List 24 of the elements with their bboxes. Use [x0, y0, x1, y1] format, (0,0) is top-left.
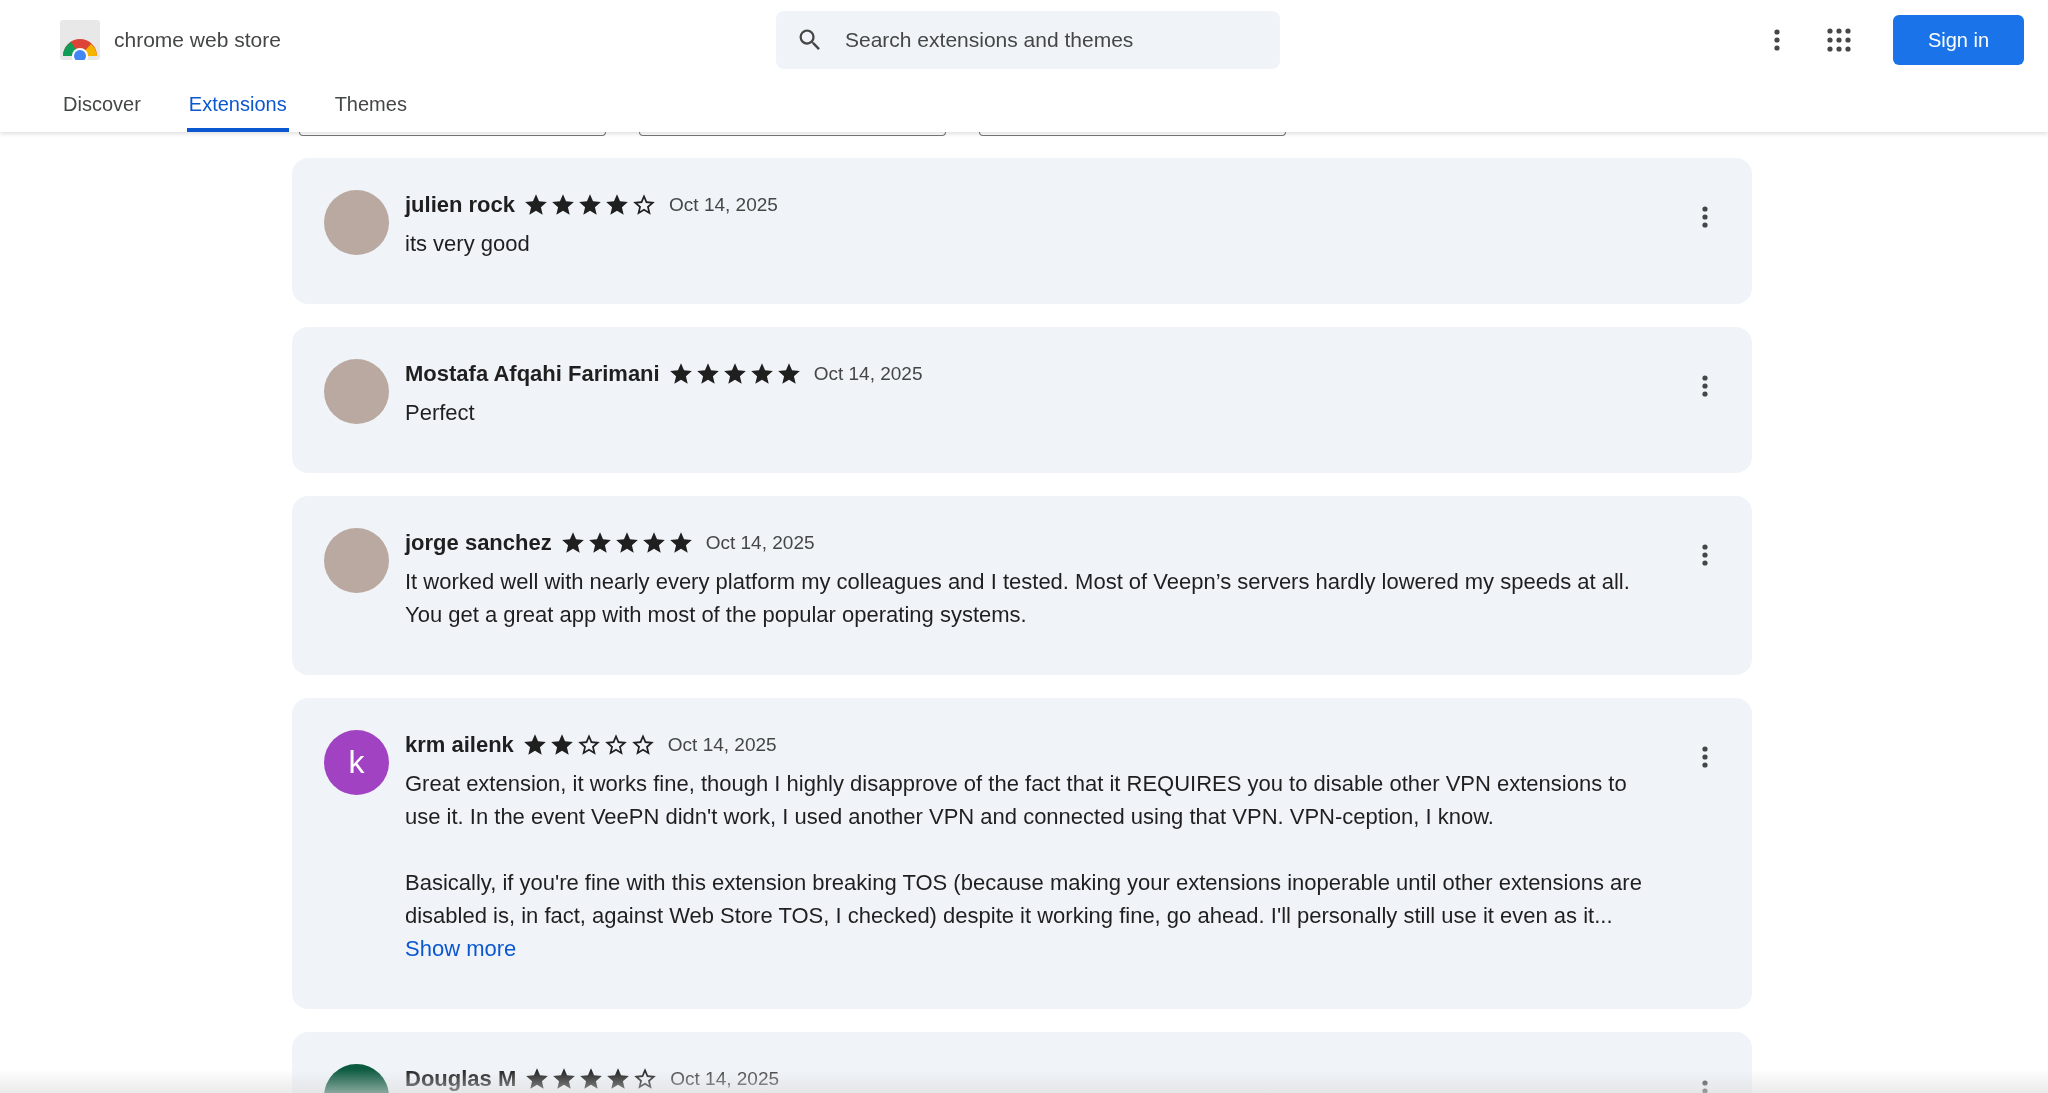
review-text: its very good	[405, 230, 531, 258]
review-date: Oct 14, 2025	[813, 363, 923, 385]
tab[interactable]: Extensions	[186, 80, 289, 132]
reviewer-name: krm ailenk	[405, 732, 514, 758]
reviewer-name: Mostafa Afqahi Farimani	[405, 361, 660, 387]
search-field[interactable]: Search extensions and themes	[776, 11, 1280, 69]
sign-in-button[interactable]: Sign in	[1893, 15, 2024, 65]
tab[interactable]: Themes	[332, 80, 409, 132]
review-date: Oct 14, 2025	[705, 532, 815, 554]
reviewer-name: Douglas M	[405, 1066, 517, 1092]
review-date: Oct 14, 2025	[670, 1068, 780, 1090]
tab[interactable]: Discover	[61, 80, 143, 132]
review-text: Great extension, it works fine, though I highly disapprove of the fact that it REQUIRES you to disable other VPN extensions to use it. In the event VeePN didn't work, I used another VPN and connected using that VPN. VPN-ception, I know.	[405, 770, 1628, 831]
store-logo-icon[interactable]	[60, 20, 100, 60]
review-date: Oct 14, 2025	[667, 734, 777, 756]
avatar: k	[324, 730, 389, 795]
review-text: It worked well with nearly every platform my colleagues and I tested. Most of Veepn’s servers hardly lowered my speeds at all. You get a great app with most of the popular operating systems.	[405, 568, 1631, 629]
review-text: Basically, if you're fine with this extension breaking TOS (because making your extensions inoperable until other extensions are disabled is, in fact, against Web Store TOS, I checked) despite it working fine, go ahead. I'll personally still use it even as it...	[405, 869, 1643, 930]
store-title: chrome web store	[114, 28, 281, 52]
reviewer-name: jorge sanchez	[405, 530, 552, 556]
review-date: Oct 14, 2025	[669, 194, 778, 216]
reviewer-name: julien rock	[405, 192, 516, 218]
review-text: Perfect	[405, 399, 476, 427]
show-more-link[interactable]: Show more	[405, 932, 517, 965]
